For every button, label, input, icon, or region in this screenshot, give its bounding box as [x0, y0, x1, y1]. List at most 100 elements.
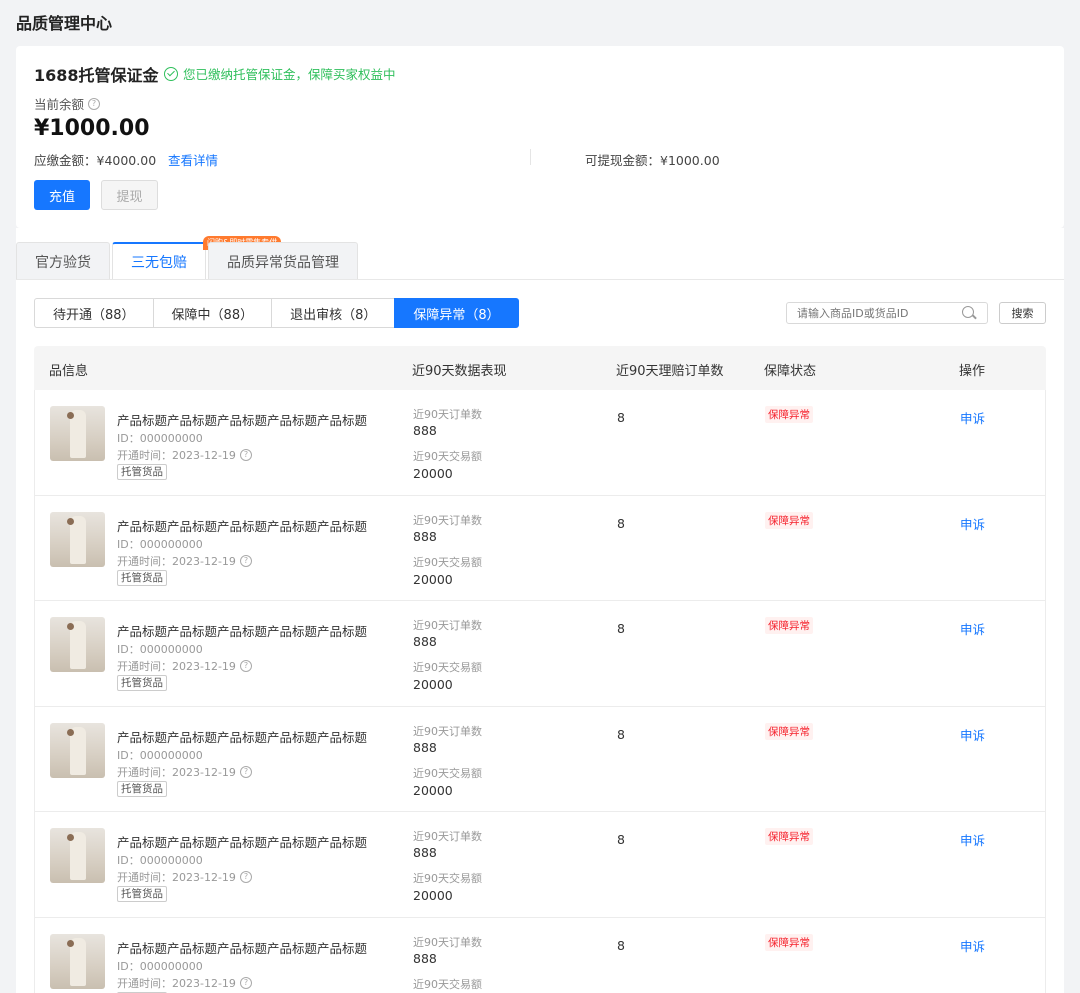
status-badge: 保障异常 — [765, 617, 813, 634]
amount-value: 20000 — [413, 466, 453, 481]
product-tag: 托管货品 — [117, 569, 167, 586]
product-title[interactable]: 产品标题产品标题产品标题产品标题产品标题 — [117, 727, 367, 746]
orders-label: 近90天订单数 — [413, 619, 482, 632]
appeal-link[interactable]: 申诉 — [960, 514, 985, 533]
amount-label: 近90天交易额 — [413, 766, 482, 780]
appeal-link[interactable]: 申诉 — [960, 830, 985, 849]
open-time: 开通时间：2023-12-19? — [117, 658, 252, 674]
orders-value: 888 — [413, 634, 437, 649]
open-time-text: 开通时间：2023-12-19 — [117, 554, 236, 568]
search-input[interactable] — [786, 302, 988, 324]
product-thumbnail[interactable] — [50, 722, 105, 778]
withdraw-button[interactable]: 提现 — [101, 180, 158, 210]
open-time-text: 开通时间：2023-12-19 — [117, 871, 236, 884]
appeal-link[interactable]: 申诉 — [960, 725, 985, 744]
status-badge: 保障异常 — [765, 933, 813, 951]
amount-value: 20000 — [413, 677, 453, 692]
claims-count: 8 — [617, 515, 625, 531]
help-icon[interactable]: ? — [239, 765, 252, 778]
orders-label: 近90天订单数 — [413, 513, 482, 527]
recharge-button[interactable]: 充值 — [34, 180, 90, 210]
amount-value: 20000 — [413, 888, 453, 903]
product-thumbnail[interactable] — [50, 406, 105, 461]
orders-label: 近90天订单数 — [413, 724, 482, 738]
balance-amount: ¥1000.00 — [34, 116, 150, 141]
tab-quality-abnormal[interactable]: 品质异常货品管理 — [208, 242, 358, 280]
due-amount: 应缴金额：¥4000.00 — [34, 153, 157, 168]
tab-three-no-compensation[interactable]: 三无包赔闪购&即时零售专供 — [112, 236, 282, 280]
product-table: 品信息 近90天数据表现 近90天理赔订单数 保障状态 操作 产品标题产品标题产… — [34, 346, 1046, 993]
claims-count: 8 — [617, 937, 625, 953]
deposit-status-text: 您已缴纳托管保证金，保障买家权益中 — [183, 67, 396, 82]
filter-pending[interactable]: 待开通（88） — [34, 298, 154, 328]
main-panel: 官方验货 三无包赔闪购&即时零售专供 品质异常货品管理 待开通（88） 保障中（… — [16, 228, 1064, 993]
product-title[interactable]: 产品标题产品标题产品标题产品标题产品标题 — [117, 621, 367, 640]
appeal-link[interactable]: 申诉 — [960, 936, 985, 955]
search-button[interactable]: 搜索 — [999, 302, 1046, 324]
tab-official-inspection[interactable]: 官方验货 — [16, 242, 110, 280]
filter-protected[interactable]: 保障中（88） — [152, 298, 273, 328]
check-circle-icon — [164, 66, 178, 81]
table-header: 品信息 近90天数据表现 近90天理赔订单数 保障状态 操作 — [34, 346, 1046, 390]
help-icon[interactable]: ? — [88, 97, 101, 110]
product-thumbnail[interactable] — [50, 828, 105, 883]
open-time: 开通时间：2023-12-19? — [117, 975, 252, 991]
table-row: 产品标题产品标题产品标题产品标题产品标题 ID：000000000 开通时间：202… — [34, 917, 1046, 993]
table-row: 产品标题产品标题产品标题产品标题产品标题 ID：000000000 开通时间：202… — [34, 495, 1046, 601]
status-badge: 保障异常 — [765, 406, 813, 423]
help-icon[interactable]: ? — [239, 976, 252, 989]
claims-count: 8 — [617, 621, 625, 636]
orders-value: 888 — [413, 739, 437, 755]
amount-label: 近90天交易额 — [413, 872, 482, 885]
divider — [530, 149, 531, 165]
product-thumbnail[interactable] — [50, 933, 105, 989]
orders-value: 888 — [413, 950, 437, 966]
open-time-text: 开通时间：2023-12-19 — [117, 976, 236, 990]
open-time: 开通时间：2023-12-19? — [117, 447, 252, 463]
product-title[interactable]: 产品标题产品标题产品标题产品标题产品标题 — [117, 832, 367, 851]
help-icon[interactable]: ? — [239, 554, 252, 567]
claims-count: 8 — [617, 726, 625, 742]
header-action: 操作 — [959, 364, 986, 379]
product-thumbnail[interactable] — [50, 511, 105, 567]
orders-value: 888 — [413, 845, 437, 860]
orders-label: 近90天订单数 — [413, 830, 482, 843]
open-time-text: 开通时间：2023-12-19 — [117, 765, 236, 779]
deposit-card: 1688托管保证金 您已缴纳托管保证金，保障买家权益中 当前余额 ? ¥1000… — [16, 46, 1064, 228]
amount-value: 20000 — [413, 782, 453, 798]
product-id: ID：000000000 — [117, 748, 203, 762]
help-icon[interactable]: ? — [239, 660, 252, 672]
filter-abnormal[interactable]: 保障异常（8） — [394, 298, 519, 328]
open-time: 开通时间：2023-12-19? — [117, 764, 252, 780]
table-row: 产品标题产品标题产品标题产品标题产品标题 ID：000000000 开通时间：202… — [34, 706, 1046, 812]
appeal-link[interactable]: 申诉 — [960, 408, 985, 427]
deposit-title: 1688托管保证金 — [34, 66, 159, 85]
tabs-divider — [16, 279, 1064, 280]
filter-exit-review[interactable]: 退出审核（8） — [271, 298, 396, 328]
orders-label: 近90天订单数 — [413, 408, 482, 421]
page-title: 品质管理中心 — [16, 14, 113, 33]
product-title[interactable]: 产品标题产品标题产品标题产品标题产品标题 — [117, 410, 367, 429]
product-tag: 托管货品 — [117, 464, 167, 480]
table-row: 产品标题产品标题产品标题产品标题产品标题 ID：000000000 开通时间：202… — [34, 601, 1046, 707]
header-status: 保障状态 — [764, 364, 817, 379]
search-icon[interactable] — [962, 306, 974, 318]
product-thumbnail[interactable] — [50, 617, 105, 672]
product-title[interactable]: 产品标题产品标题产品标题产品标题产品标题 — [117, 516, 367, 535]
appeal-link[interactable]: 申诉 — [960, 619, 985, 638]
product-id: ID：000000000 — [117, 537, 203, 551]
help-icon[interactable]: ? — [239, 449, 252, 461]
view-details-link[interactable]: 查看详情 — [168, 150, 218, 169]
product-title[interactable]: 产品标题产品标题产品标题产品标题产品标题 — [117, 938, 367, 957]
deposit-status: 您已缴纳托管保证金，保障买家权益中 — [164, 64, 396, 83]
amount-label: 近90天交易额 — [413, 555, 482, 569]
open-time-text: 开通时间：2023-12-19 — [117, 660, 236, 673]
help-icon[interactable]: ? — [239, 871, 252, 883]
product-id: ID：000000000 — [117, 959, 203, 973]
status-filter: 待开通（88） 保障中（88） 退出审核（8） 保障异常（8） — [34, 298, 519, 328]
amount-label: 近90天交易额 — [413, 450, 482, 463]
claims-count: 8 — [617, 410, 625, 425]
orders-value: 888 — [413, 423, 437, 438]
tab-label: 官方验货 — [35, 254, 91, 271]
status-badge: 保障异常 — [765, 828, 813, 845]
